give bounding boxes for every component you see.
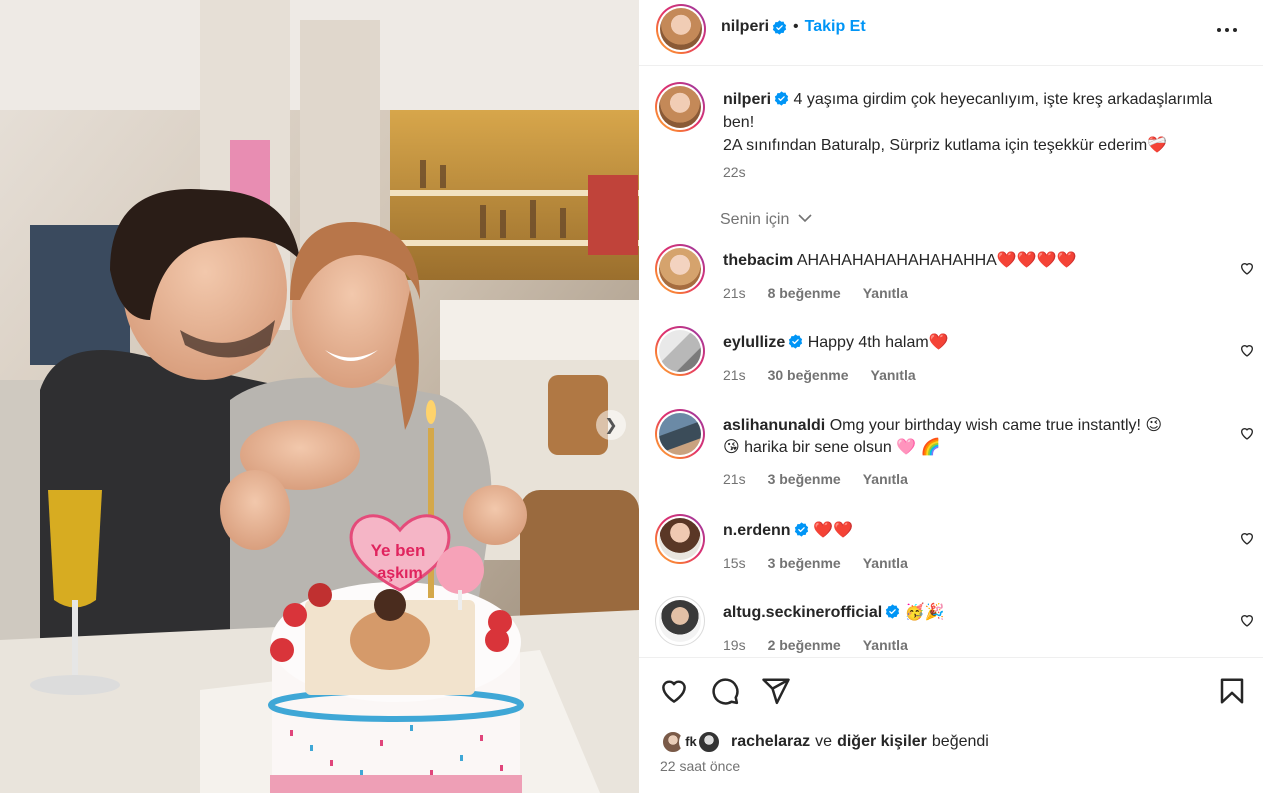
reply-button[interactable]: Yanıtla (871, 367, 916, 383)
likes-others[interactable]: diğer kişiler (837, 733, 927, 751)
comment-item: thebacim AHAHAHAHAHAHAHAHHA❤️❤️❤️❤️ 21s 8… (655, 244, 1255, 314)
reply-button[interactable]: Yanıtla (863, 471, 908, 487)
heart-icon[interactable] (1239, 342, 1255, 358)
liker-username[interactable]: rachelaraz (731, 733, 810, 751)
verified-badge-icon (794, 522, 808, 537)
commenter-avatar[interactable] (655, 514, 705, 564)
comment-time: 19s (723, 637, 746, 653)
comment-likes[interactable]: 3 beğenme (768, 555, 841, 571)
reply-button[interactable]: Yanıtla (863, 637, 908, 653)
post-time[interactable]: 22 saat önce (660, 758, 740, 774)
heart-icon[interactable] (1239, 260, 1255, 276)
post-actions-bar: fk rachelaraz ve diğer kişiler beğendi 2… (639, 657, 1263, 793)
likes-liked: beğendi (931, 733, 989, 750)
caption-line-2: 2A sınıfından Baturalp, Sürpriz kutlama … (723, 137, 1168, 154)
heart-icon[interactable] (1239, 612, 1255, 628)
comment-time: 21s (723, 367, 746, 383)
caption-username[interactable]: nilperi (723, 91, 771, 108)
commenter-avatar[interactable] (655, 326, 705, 376)
comment-text: AHAHAHAHAHAHAHAHHA❤️❤️❤️❤️ (796, 252, 1077, 269)
heart-icon[interactable] (1239, 425, 1255, 441)
follow-button[interactable]: Takip Et (805, 18, 866, 36)
comment-sort-dropdown[interactable]: Senin için (720, 211, 812, 229)
commenter-username[interactable]: aslihanunaldi (723, 417, 825, 434)
comment-likes[interactable]: 30 beğenme (768, 367, 849, 383)
comment-time: 21s (723, 285, 746, 301)
verified-badge-icon (789, 334, 803, 349)
comment-item: aslihanunaldi Omg your birthday wish cam… (655, 409, 1255, 499)
cake-topper-text-1: Ye ben (371, 541, 426, 560)
comment-icon[interactable] (710, 676, 740, 706)
cake-topper-text-2: aşkım (377, 565, 422, 582)
comment-likes[interactable]: 8 beğenme (768, 285, 841, 301)
comment-item: eylullize Happy 4th halam❤️ 21s 30 beğenm… (655, 326, 1255, 396)
commenter-avatar[interactable] (655, 596, 705, 646)
comment-likes[interactable]: 2 beğenme (768, 637, 841, 653)
post-photo[interactable]: Ye ben aşkım ❯ (0, 0, 639, 793)
commenter-avatar[interactable] (655, 244, 705, 294)
verified-badge-icon (886, 604, 900, 619)
comment-time: 15s (723, 555, 746, 571)
heart-icon[interactable] (1239, 530, 1255, 546)
commenter-username[interactable]: altug.seckinerofficial (723, 604, 882, 621)
caption-line-1: 4 yaşıma girdim çok heyecanlıyım, işte k… (723, 91, 1213, 131)
reply-button[interactable]: Yanıtla (863, 555, 908, 571)
chevron-down-icon (798, 214, 812, 223)
bookmark-icon[interactable] (1217, 676, 1247, 706)
commenter-username[interactable]: thebacim (723, 252, 793, 269)
comment-text: Omg your birthday wish came true instant… (829, 417, 1163, 434)
likers-avatars: fk (661, 730, 725, 754)
comment-text-continued: 😘 harika bir sene olsun 🩷 🌈 (723, 439, 941, 456)
commenter-username[interactable]: eylullize (723, 334, 785, 351)
comment-sort-label: Senin için (720, 211, 790, 228)
caption-time: 22s (723, 164, 746, 180)
reply-button[interactable]: Yanıtla (863, 285, 908, 301)
more-options-icon[interactable] (1215, 18, 1239, 42)
caption-text: nilperi 4 yaşıma girdim çok heyecanlıyım… (723, 88, 1223, 157)
comment-text: 🥳🎉 (904, 604, 945, 621)
post-side-panel: nilperi • Takip Et nilperi 4 yaşıma gird… (639, 0, 1263, 793)
commenter-avatar[interactable] (655, 409, 705, 459)
caption-author-avatar[interactable] (655, 82, 705, 132)
comment-item: altug.seckinerofficial 🥳🎉 19s 2 beğenme Ya… (655, 596, 1255, 658)
author-avatar[interactable] (656, 4, 706, 54)
share-icon[interactable] (761, 676, 791, 706)
comment-text: ❤️❤️ (813, 522, 853, 539)
photo-illustration: Ye ben aşkım (0, 0, 639, 793)
verified-badge-icon (772, 19, 787, 35)
likes-summary[interactable]: fk rachelaraz ve diğer kişiler beğendi (661, 730, 989, 754)
likes-and: ve (815, 733, 833, 750)
verified-badge-icon (774, 91, 789, 106)
comment-likes[interactable]: 3 beğenme (768, 471, 841, 487)
header-separator: • (793, 18, 799, 35)
comment-text: Happy 4th halam❤️ (807, 334, 949, 351)
post-header: nilperi • Takip Et (639, 0, 1263, 66)
carousel-next-icon[interactable]: ❯ (596, 410, 626, 440)
author-username[interactable]: nilperi (721, 18, 769, 36)
like-heart-icon[interactable] (659, 676, 689, 706)
comment-item: n.erdenn ❤️❤️ 15s 3 beğenme Yanıtla (655, 514, 1255, 584)
comment-time: 21s (723, 471, 746, 487)
commenter-username[interactable]: n.erdenn (723, 522, 791, 539)
